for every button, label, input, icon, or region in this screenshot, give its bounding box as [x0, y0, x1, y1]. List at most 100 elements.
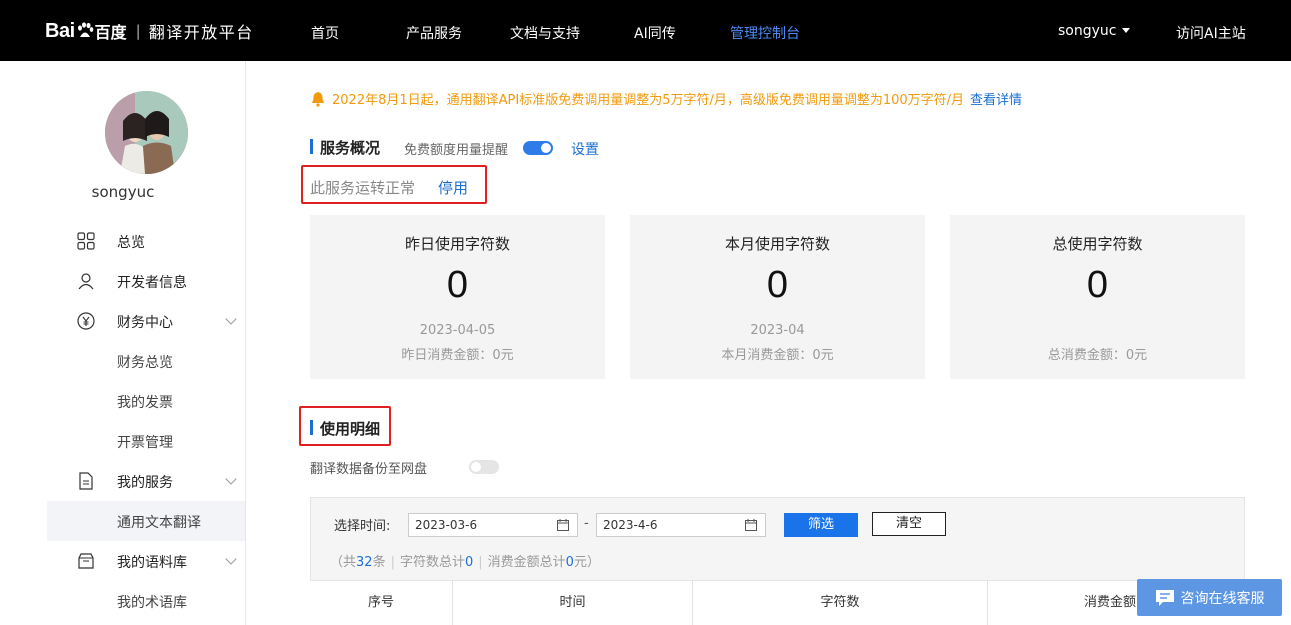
document-icon — [79, 472, 93, 490]
quota-reminder-label: 免费额度用量提醒 — [404, 143, 509, 158]
sidebar-item-terminology[interactable]: 我的术语库 — [47, 581, 245, 621]
sidebar-item-label: 开发者信息 — [117, 275, 187, 291]
sidebar-item-invoice-management[interactable]: 开票管理 — [47, 421, 245, 461]
stat-title: 昨日使用字符数 — [404, 235, 510, 253]
yuan-icon — [77, 312, 95, 330]
online-support-button[interactable]: 咨询在线客服 — [1137, 579, 1282, 616]
top-navbar: Bai 百度 | 翻译开放平台 首页 产品服务 文档与支持 AI同传 管理控制台… — [0, 0, 1291, 61]
summary-prefix: （共 — [330, 555, 357, 570]
logo-divider: | — [135, 22, 141, 40]
sidebar-item-invoices[interactable]: 我的发票 — [47, 381, 245, 421]
stat-title: 总使用字符数 — [1052, 235, 1143, 253]
notice-text: 2022年8月1日起，通用翻译API标准版免费调用量调整为5万字符/月，高级版免… — [332, 93, 965, 108]
stat-card-month: 本月使用字符数 0 2023-04 本月消费金额：0元 — [630, 215, 925, 379]
stat-value: 0 — [446, 264, 469, 306]
user-menu[interactable]: songyuc — [1058, 23, 1131, 39]
nav-ai-interpretation[interactable]: AI同传 — [634, 23, 676, 43]
chat-icon — [1155, 589, 1174, 606]
online-support-label: 咨询在线客服 — [1180, 590, 1265, 607]
sidebar-item-label: 总览 — [117, 235, 145, 251]
sidebar-username: songyuc — [91, 183, 155, 201]
summary-count: 32 — [356, 555, 373, 570]
sidebar-item-developer[interactable]: 开发者信息 — [47, 261, 245, 301]
service-overview-title: 服务概况 — [310, 137, 380, 158]
sidebar-item-corpus[interactable]: 我的语料库 — [47, 541, 245, 581]
grid-icon — [77, 232, 95, 250]
user-name: songyuc — [1058, 23, 1117, 39]
usage-summary: （共32条 | 字符数总计0 | 消费金额总计0元） — [330, 555, 600, 570]
nav-docs[interactable]: 文档与支持 — [510, 23, 580, 43]
chevron-down-icon — [225, 473, 237, 485]
start-date-value: 2023-03-6 — [415, 518, 478, 532]
stat-money: 昨日消费金额：0元 — [401, 348, 514, 363]
stat-card-yesterday: 昨日使用字符数 0 2023-04-05 昨日消费金额：0元 — [310, 215, 605, 379]
sidebar-item-label: 财务总览 — [117, 355, 173, 371]
calendar-icon — [745, 519, 757, 531]
calendar-icon — [557, 519, 569, 531]
table-header: 序号 时间 字符数 消费金额（ — [310, 580, 1245, 625]
logo-latin: Bai — [45, 19, 75, 42]
platform-name: 翻译开放平台 — [148, 23, 254, 42]
start-date-input[interactable]: 2023-03-6 — [408, 513, 578, 537]
column-header-index: 序号 — [310, 581, 453, 625]
sidebar-item-text-translation[interactable]: 通用文本翻译 — [47, 501, 245, 541]
stop-service-link[interactable]: 停用 — [438, 177, 468, 198]
stat-value: 0 — [766, 264, 789, 306]
stat-date — [950, 323, 1245, 338]
stat-date: 2023-04-05 — [419, 323, 496, 338]
notice-details-link[interactable]: 查看详情 — [970, 89, 1022, 108]
summary-money: 0 — [565, 555, 574, 570]
sidebar-item-finance-overview[interactable]: 财务总览 — [47, 341, 245, 381]
notice-banner: 2022年8月1日起，通用翻译API标准版免费调用量调整为5万字符/月，高级版免… — [310, 89, 1022, 108]
stat-date: 2023-04 — [750, 323, 805, 338]
summary-chars: 0 — [464, 555, 474, 570]
logo-cn: 百度 — [94, 23, 127, 42]
stat-card-total: 总使用字符数 0 总消费金额：0元 — [950, 215, 1245, 379]
sidebar-item-label: 我的服务 — [117, 475, 173, 491]
summary-money-label: 消费金额总计 — [487, 555, 566, 570]
end-date-value: 2023-4-6 — [603, 518, 658, 532]
quota-reminder-toggle[interactable] — [523, 141, 553, 155]
stat-money: 总消费金额：0元 — [1047, 348, 1148, 363]
paw-icon — [76, 22, 94, 40]
box-icon — [78, 553, 94, 569]
summary-money-suffix: 元） — [573, 555, 600, 570]
sidebar-item-finance[interactable]: 财务中心 — [47, 301, 245, 341]
sidebar: songyuc 总览 开发者信息 财务中心 财务总览 我的发票 开票管理 我的服… — [0, 61, 246, 625]
nav-home[interactable]: 首页 — [311, 23, 339, 43]
sidebar-item-label: 通用文本翻译 — [117, 515, 201, 531]
sidebar-item-label: 我的术语库 — [117, 595, 187, 611]
summary-count-suffix: 条 — [372, 555, 386, 570]
time-label: 选择时间: — [334, 519, 391, 534]
clear-button[interactable]: 清空 — [872, 512, 946, 536]
sidebar-item-overview[interactable]: 总览 — [47, 221, 245, 261]
sidebar-item-label: 我的语料库 — [117, 555, 187, 571]
end-date-input[interactable]: 2023-4-6 — [596, 513, 766, 537]
nav-products[interactable]: 产品服务 — [406, 23, 462, 43]
column-header-time: 时间 — [453, 581, 693, 625]
bell-icon — [312, 91, 324, 107]
usage-details-title: 使用明细 — [310, 418, 380, 439]
user-icon — [78, 273, 94, 290]
stat-money: 本月消费金额：0元 — [721, 348, 834, 363]
sidebar-item-label: 财务中心 — [117, 315, 173, 331]
column-header-chars: 字符数 — [693, 581, 988, 625]
avatar[interactable] — [105, 91, 188, 174]
sidebar-menu: 总览 开发者信息 财务中心 财务总览 我的发票 开票管理 我的服务 通用文本翻译 — [47, 221, 245, 621]
date-range-dash: - — [584, 516, 589, 531]
chevron-down-icon — [225, 313, 237, 325]
caret-down-icon — [1122, 28, 1131, 33]
sidebar-item-label: 我的发票 — [117, 395, 173, 411]
stat-title: 本月使用字符数 — [724, 235, 830, 253]
backup-toggle[interactable] — [469, 460, 499, 474]
backup-label: 翻译数据备份至网盘 — [310, 462, 428, 477]
settings-link[interactable]: 设置 — [571, 139, 599, 159]
service-status: 此服务运转正常 — [310, 179, 416, 197]
stat-value: 0 — [1086, 264, 1109, 306]
summary-chars-label: 字符数总计 — [399, 555, 465, 570]
visit-ai-link[interactable]: 访问AI主站 — [1176, 23, 1246, 43]
sidebar-item-my-services[interactable]: 我的服务 — [47, 461, 245, 501]
filter-button[interactable]: 筛选 — [784, 513, 858, 537]
nav-console[interactable]: 管理控制台 — [730, 23, 800, 43]
baidu-logo[interactable]: Bai 百度 | 翻译开放平台 — [45, 16, 254, 46]
